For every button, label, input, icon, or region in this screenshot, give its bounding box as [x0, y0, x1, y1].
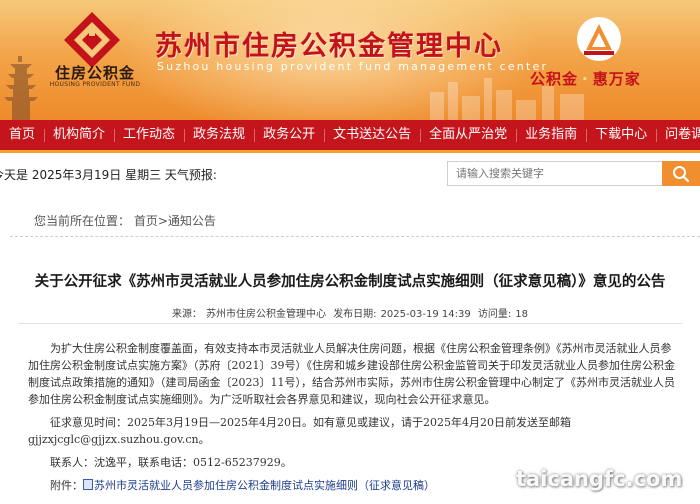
nav-item-about[interactable]: 机构简介: [44, 120, 114, 150]
document-icon: [83, 479, 93, 490]
ad-logo-icon: [577, 17, 621, 61]
nav-item-regulations[interactable]: 政务法规: [184, 120, 254, 150]
search-input[interactable]: [447, 161, 663, 186]
nav-item-notices[interactable]: 文书送达公告: [324, 120, 420, 150]
breadcrumb-home-link[interactable]: 首页: [134, 214, 158, 228]
nav-item-party[interactable]: 全面从严治党: [420, 120, 516, 150]
pagoda-illustration: [4, 56, 38, 120]
nav-item-home[interactable]: 首页: [0, 120, 44, 150]
meta-date: 2025-03-19 14:39: [380, 309, 471, 320]
nav-item-guide[interactable]: 业务指南: [516, 120, 586, 150]
meta-date-label: 发布日期:: [333, 309, 377, 320]
page: 住房公积金 HOUSING PROVIDENT FUND 苏州市住房公积金管理中…: [0, 0, 700, 504]
search-icon: [673, 165, 690, 182]
search-button[interactable]: [662, 161, 700, 186]
header-banner: 住房公积金 HOUSING PROVIDENT FUND 苏州市住房公积金管理中…: [0, 0, 700, 120]
attachment-label: 附件：: [50, 479, 83, 492]
date-weather-text: 今天是 2025年3月19日 星期三 天气预报:: [0, 168, 217, 182]
meta-source: 苏州市住房公积金管理中心: [206, 309, 326, 320]
article-title: 关于公开征求《苏州市灵活就业人员参加住房公积金制度试点实施细则（征求意见稿）》意…: [34, 274, 666, 290]
nav-item-news[interactable]: 工作动态: [114, 120, 184, 150]
nav-item-survey[interactable]: 问卷调查: [656, 120, 700, 150]
breadcrumb-current-link[interactable]: 通知公告: [168, 214, 216, 228]
slogan: 公积金 · 惠万家: [530, 68, 641, 89]
logo-text: 住房公积金: [54, 64, 135, 82]
slogan-left: 公积金: [530, 70, 579, 88]
attachment-link[interactable]: 苏州市灵活就业人员参加住房公积金制度试点实施细则（征求意见稿）: [94, 479, 435, 492]
breadcrumb-prefix: 您当前所在位置：: [34, 214, 131, 228]
meta-views: 18: [515, 309, 528, 320]
watermark-text: taicangfc.com: [516, 467, 683, 491]
watermark: taicangfc.com: [480, 462, 682, 496]
breadcrumb: 您当前所在位置： 首页>通知公告: [10, 205, 700, 237]
logo-english-text: HOUSING PROVIDENT FUND: [49, 81, 141, 88]
site-title: 苏州市住房公积金管理中心: [155, 31, 503, 62]
nav-item-download[interactable]: 下载中心: [586, 120, 656, 150]
nav-item-disclosure[interactable]: 政务公开: [254, 120, 324, 150]
meta-source-label: 来源：: [172, 309, 202, 320]
article-paragraph-1: 为扩大住房公积金制度覆盖面，有效支持本市灵活就业人员解决住房问题，根据《住房公积…: [28, 342, 675, 406]
article-paragraph-2: 征求意见时间：2025年3月19日—2025年4月20日。如有意见或建议，请于2…: [28, 416, 571, 446]
fund-logo-icon: [64, 12, 120, 68]
breadcrumb-separator: >: [157, 214, 168, 228]
meta-views-label: 访问量:: [477, 309, 512, 320]
slogan-separator: ·: [582, 70, 589, 88]
article-meta: 来源： 苏州市住房公积金管理中心 发布日期: 2025-03-19 14:39 访问…: [0, 305, 700, 320]
watermark-logo-icon: [480, 464, 510, 494]
meta-divider: [18, 323, 682, 324]
main-nav: 首页 机构简介 工作动态 政务法规 政务公开 文书送达公告 全面从严治党 业务指…: [0, 120, 700, 153]
slogan-right: 惠万家: [592, 70, 641, 88]
